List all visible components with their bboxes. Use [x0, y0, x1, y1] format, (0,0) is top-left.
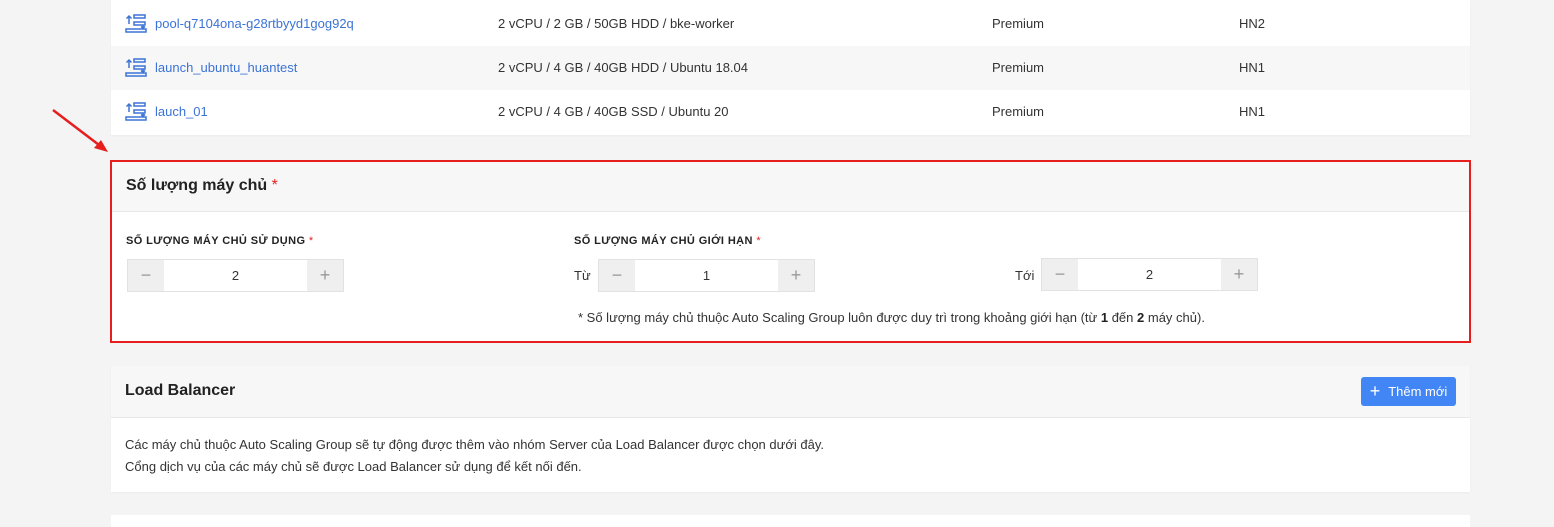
decrement-button[interactable]: − [599, 260, 635, 291]
table-row[interactable]: pool-q7104ona-g28rtbyyd1gog92q 2 vCPU / … [111, 2, 1470, 46]
decrement-button[interactable]: − [1042, 259, 1078, 290]
pool-zone: HN2 [1239, 16, 1266, 31]
pool-name-link[interactable]: launch_ubuntu_huantest [125, 46, 297, 90]
required-mark: * [271, 177, 278, 194]
increment-button[interactable]: + [1221, 259, 1257, 290]
increment-button[interactable]: + [307, 260, 343, 291]
pool-zone: HN1 [1239, 60, 1266, 75]
limit-count-label: SỐ LƯỢNG MÁY CHỦ GIỚI HẠN * [574, 235, 761, 247]
pool-name: pool-q7104ona-g28rtbyyd1gog92q [155, 16, 354, 31]
pool-scale-icon [125, 58, 147, 77]
pool-scale-icon [125, 14, 147, 33]
load-balancer-description: Các máy chủ thuộc Auto Scaling Group sẽ … [111, 418, 1470, 478]
section-title-text: Số lượng máy chủ [126, 177, 268, 194]
section-title-text: Load Balancer [125, 382, 236, 399]
limit-note: * Số lượng máy chủ thuộc Auto Scaling Gr… [578, 310, 1205, 325]
pool-type: Premium [992, 60, 1045, 75]
pool-type: Premium [992, 16, 1045, 31]
description-line: Các máy chủ thuộc Auto Scaling Group sẽ … [125, 437, 824, 452]
pool-scale-icon [125, 102, 147, 121]
table-row[interactable]: lauch_01 2 vCPU / 4 GB / 40GB SSD / Ubun… [111, 90, 1470, 134]
description-line: Cổng dịch vụ của các máy chủ sẽ được Loa… [125, 459, 582, 474]
increment-button[interactable]: + [778, 260, 814, 291]
pool-name-link[interactable]: lauch_01 [125, 90, 208, 134]
pool-spec: 2 vCPU / 4 GB / 40GB HDD / Ubuntu 18.04 [498, 60, 749, 75]
max-count-stepper[interactable]: − 2 + [1041, 258, 1258, 291]
pool-spec: 2 vCPU / 4 GB / 40GB SSD / Ubuntu 20 [498, 104, 729, 119]
load-balancer-section: Load Balancer + Thêm mới Các máy chủ thu… [111, 366, 1470, 492]
pool-name-link[interactable]: pool-q7104ona-g28rtbyyd1gog92q [125, 2, 354, 46]
plus-icon: + [1369, 381, 1381, 401]
next-section [111, 515, 1470, 527]
pool-type: Premium [992, 104, 1045, 119]
required-mark: * [308, 235, 314, 247]
note-min: 1 [1100, 310, 1109, 325]
pool-name: launch_ubuntu_huantest [155, 60, 298, 75]
note-suffix: máy chủ). [1144, 310, 1205, 325]
table-row[interactable]: launch_ubuntu_huantest 2 vCPU / 4 GB / 4… [111, 46, 1470, 90]
required-mark: * [756, 235, 762, 247]
pool-zone: HN1 [1239, 104, 1266, 119]
section-title: Số lượng máy chủ * [112, 162, 1469, 212]
used-count-label-text: SỐ LƯỢNG MÁY CHỦ SỬ DỤNG [126, 235, 306, 247]
pool-name: lauch_01 [155, 104, 208, 119]
to-label: Tới [1015, 268, 1035, 283]
add-button-label: Thêm mới [1388, 384, 1448, 399]
from-label: Từ [574, 268, 591, 283]
used-count-label: SỐ LƯỢNG MÁY CHỦ SỬ DỤNG * [126, 235, 314, 247]
max-count-value[interactable]: 2 [1078, 259, 1221, 290]
min-count-value[interactable]: 1 [635, 260, 778, 291]
decrement-button[interactable]: − [128, 260, 164, 291]
min-count-stepper[interactable]: − 1 + [598, 259, 815, 292]
pool-table: pool-q7104ona-g28rtbyyd1gog92q 2 vCPU / … [111, 0, 1470, 135]
used-count-value[interactable]: 2 [164, 260, 307, 291]
note-prefix: * Số lượng máy chủ thuộc Auto Scaling Gr… [578, 310, 1101, 325]
add-load-balancer-button[interactable]: + Thêm mới [1361, 377, 1456, 406]
used-count-stepper[interactable]: − 2 + [127, 259, 344, 292]
server-count-section: Số lượng máy chủ * SỐ LƯỢNG MÁY CHỦ SỬ D… [110, 160, 1471, 343]
annotation-arrow-icon [52, 109, 108, 152]
limit-count-label-text: SỐ LƯỢNG MÁY CHỦ GIỚI HẠN [574, 235, 753, 247]
pool-spec: 2 vCPU / 2 GB / 50GB HDD / bke-worker [498, 16, 735, 31]
note-mid: đến [1108, 310, 1138, 325]
section-title: Load Balancer + Thêm mới [111, 366, 1470, 418]
